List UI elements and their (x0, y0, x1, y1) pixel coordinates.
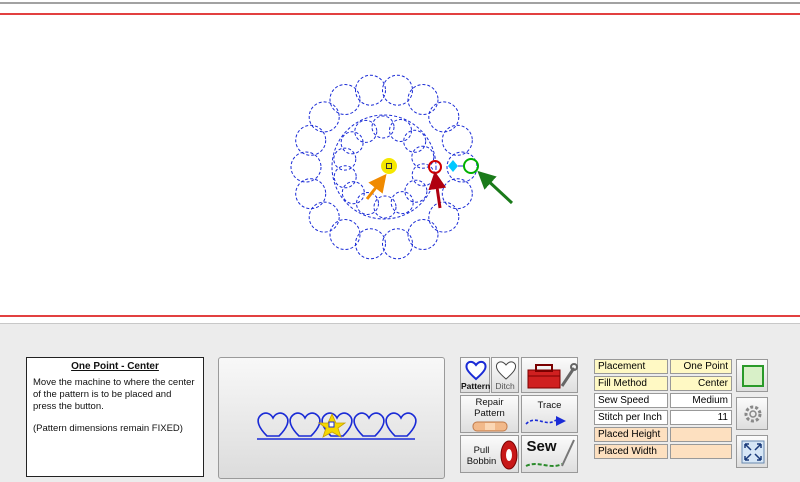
setting-value (670, 444, 732, 459)
repair-pattern-button[interactable]: Repair Pattern (460, 395, 519, 433)
inner-feather (333, 147, 357, 171)
set-center-icon (257, 412, 417, 440)
outer-feather (441, 124, 473, 156)
instruction-note: (Pattern dimensions remain FIXED) (33, 422, 183, 434)
pattern-mode-button[interactable]: Pattern (460, 357, 490, 393)
sewing-canvas[interactable] (0, 0, 800, 323)
outer-feather (441, 178, 473, 210)
setting-label: Placed Width (594, 444, 668, 459)
outer-feather (295, 124, 327, 156)
sew-button[interactable]: Sew (521, 435, 578, 473)
setting-row-placed-height: Placed Height (594, 427, 732, 442)
instruction-box: One Point - Center Move the machine to w… (26, 357, 204, 477)
pattern-center-marker[interactable] (381, 158, 397, 174)
settings-table: Placement One Point Fill Method Center S… (592, 357, 734, 461)
canvas-svg (0, 2, 800, 317)
trace-button[interactable]: Trace (521, 395, 578, 433)
outer-feather (295, 178, 327, 210)
setting-row-placement: Placement One Point (594, 359, 732, 374)
trace-path-icon (525, 416, 566, 426)
heart-filled-icon (465, 360, 487, 381)
pull-bobbin-button[interactable]: Pull Bobbin (460, 435, 519, 473)
join-point-marker (448, 160, 458, 172)
gear-icon (744, 405, 762, 423)
ditch-label: Ditch (495, 381, 515, 391)
repair-label-2: Pattern (474, 408, 505, 419)
inner-feather (341, 181, 365, 205)
green-arrow (477, 170, 514, 205)
setting-row-placed-width: Placed Width (594, 444, 732, 459)
inner-feather (333, 165, 357, 189)
toolbox-icon (527, 363, 578, 389)
inner-feather (373, 195, 397, 219)
settings-button[interactable] (736, 397, 768, 430)
inner-feather (390, 191, 414, 215)
end-point-marker[interactable] (463, 158, 479, 174)
outer-feather (308, 101, 340, 133)
setting-row-fill-method: Fill Method Center (594, 376, 732, 391)
frame-button[interactable] (736, 359, 768, 392)
outer-feather (329, 219, 361, 250)
setting-label: Fill Method (594, 376, 668, 391)
instruction-title: One Point - Center (71, 361, 159, 372)
setting-value: Center (670, 376, 732, 391)
setting-label: Sew Speed (594, 393, 668, 408)
resize-icon (741, 440, 765, 464)
bandage-icon (472, 421, 508, 432)
setting-value[interactable]: Medium (670, 393, 732, 408)
frame-icon (742, 365, 764, 387)
setting-value: One Point (670, 359, 732, 374)
outer-feather (308, 201, 340, 233)
inner-feather (354, 119, 378, 143)
setting-label: Placement (594, 359, 668, 374)
setting-label: Placed Height (594, 427, 668, 442)
trace-label: Trace (537, 400, 562, 411)
inner-feather (404, 179, 428, 203)
heart-outline-icon (495, 361, 517, 380)
setting-value[interactable]: 11 (670, 410, 732, 425)
inner-feather (403, 129, 427, 153)
outer-feather (382, 228, 413, 260)
outer-feather (355, 74, 386, 106)
setting-value (670, 427, 732, 442)
inner-feather (340, 131, 364, 155)
repair-label-1: Repair (475, 397, 504, 408)
outer-feather (428, 201, 460, 233)
resize-button[interactable] (736, 435, 768, 468)
inner-feather (356, 192, 379, 215)
orange-arrow (365, 173, 387, 200)
inner-feather (411, 163, 435, 187)
outer-feather (428, 101, 460, 133)
set-center-button[interactable] (218, 357, 445, 479)
inner-feather (371, 115, 395, 139)
outer-feather (290, 151, 322, 183)
outer-feather (329, 84, 361, 115)
sew-needle-icon (525, 439, 575, 467)
setting-label: Stitch per Inch (594, 410, 668, 425)
setting-row-sew-speed: Sew Speed Medium (594, 393, 732, 408)
toolbox-button[interactable] (521, 357, 578, 393)
inner-feather (389, 119, 412, 142)
start-point-marker[interactable] (428, 160, 442, 174)
setting-row-stitch-per-inch: Stitch per Inch 11 (594, 410, 732, 425)
pattern-label: Pattern (461, 381, 491, 391)
control-panel: One Point - Center Move the machine to w… (0, 323, 800, 482)
instruction-text: Move the machine to where the center of … (33, 377, 195, 412)
ditch-mode-button[interactable]: Ditch (491, 357, 519, 393)
inner-feather (411, 145, 435, 169)
